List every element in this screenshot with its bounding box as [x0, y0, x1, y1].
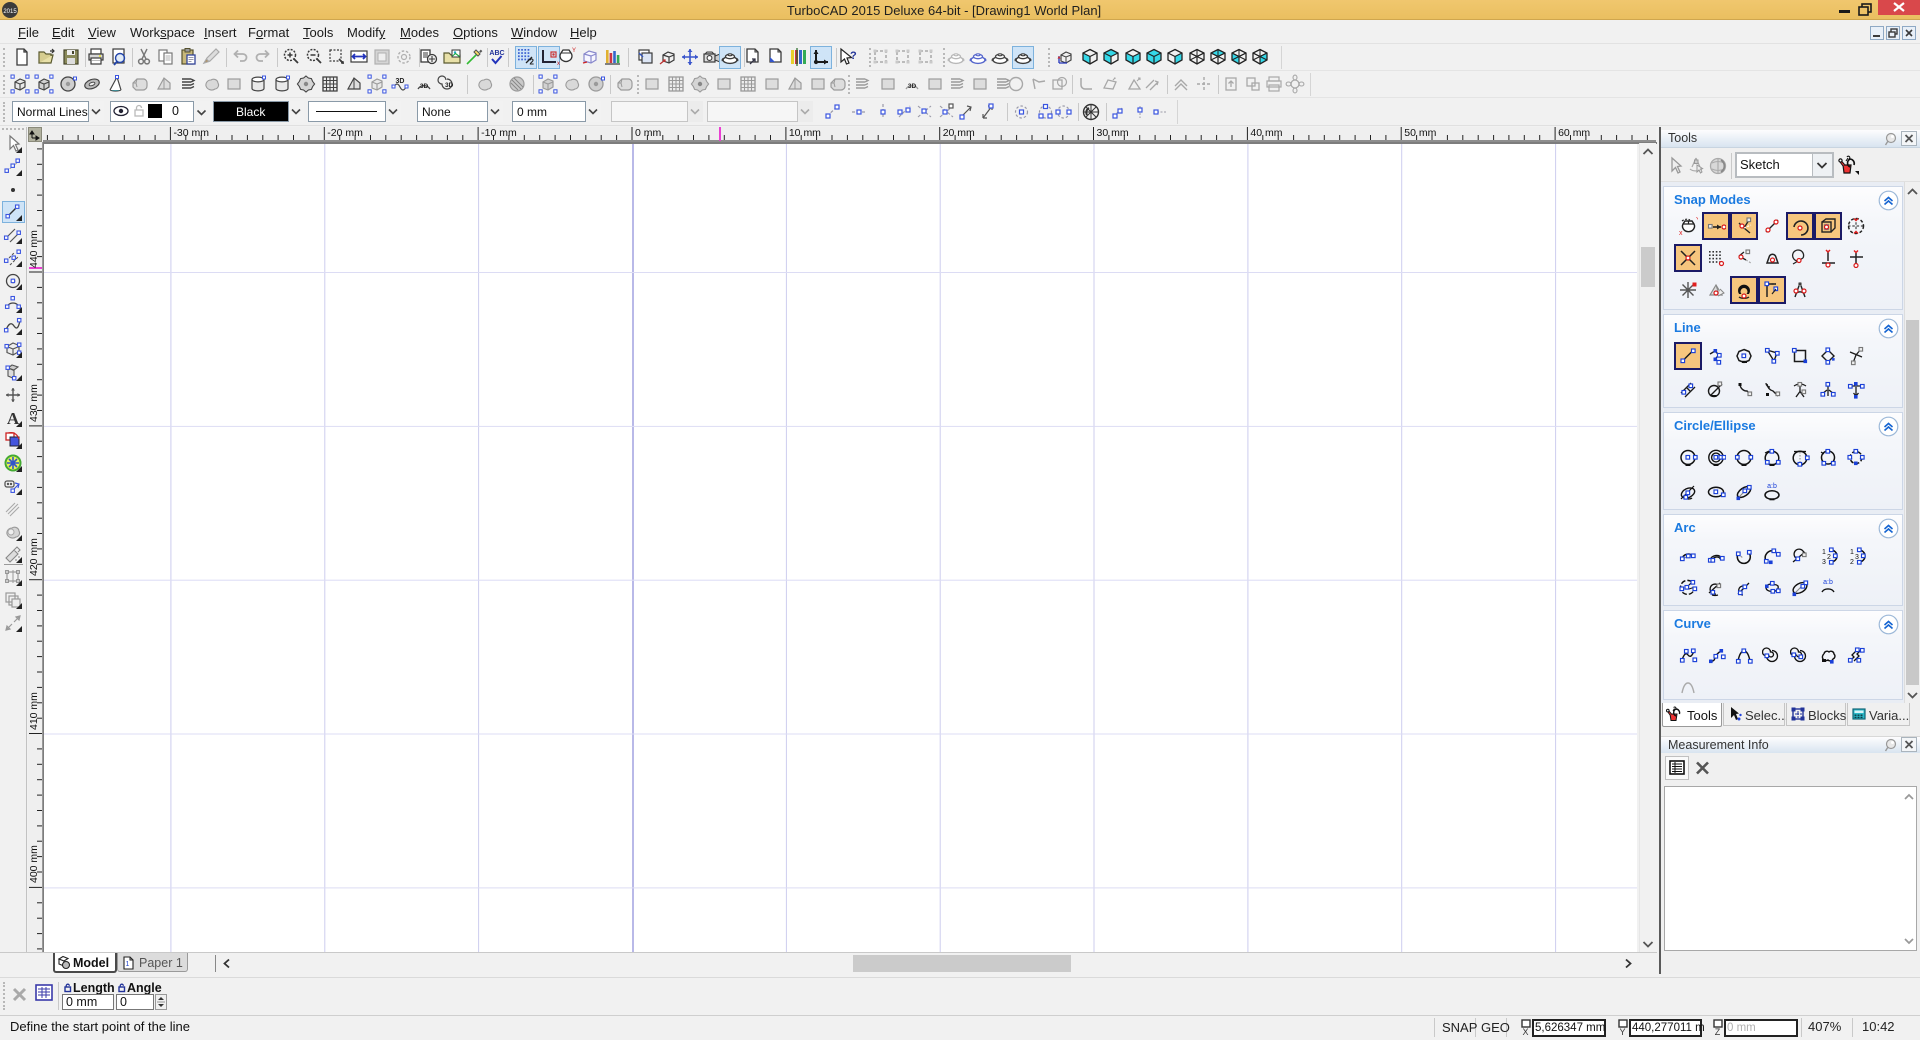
- svg-text:X: X: [1522, 1027, 1528, 1036]
- svg-text:Z: Z: [1715, 1027, 1721, 1036]
- svg-text:2: 2: [1850, 559, 1854, 566]
- svg-text:Y: Y: [1619, 1027, 1625, 1036]
- svg-text:1: 1: [126, 961, 130, 968]
- svg-text:ABC: ABC: [489, 50, 504, 57]
- svg-text:3D: 3D: [420, 83, 429, 90]
- svg-text:3D: 3D: [396, 78, 405, 85]
- svg-text:?: ?: [850, 50, 857, 62]
- svg-text:a:b: a:b: [1823, 579, 1833, 586]
- svg-text:1: 1: [1850, 549, 1854, 556]
- svg-text:3D: 3D: [908, 83, 917, 90]
- svg-text:1: 1: [1822, 549, 1826, 556]
- svg-text:Y: Y: [1696, 217, 1698, 224]
- svg-text:a:b: a:b: [1767, 483, 1777, 490]
- svg-text:3: 3: [1822, 559, 1826, 566]
- svg-text:2: 2: [530, 58, 535, 67]
- svg-text:Y: Y: [572, 48, 576, 54]
- svg-text:x: x: [1679, 230, 1683, 236]
- svg-text:3D: 3D: [445, 82, 454, 89]
- svg-text:x: x: [557, 61, 560, 67]
